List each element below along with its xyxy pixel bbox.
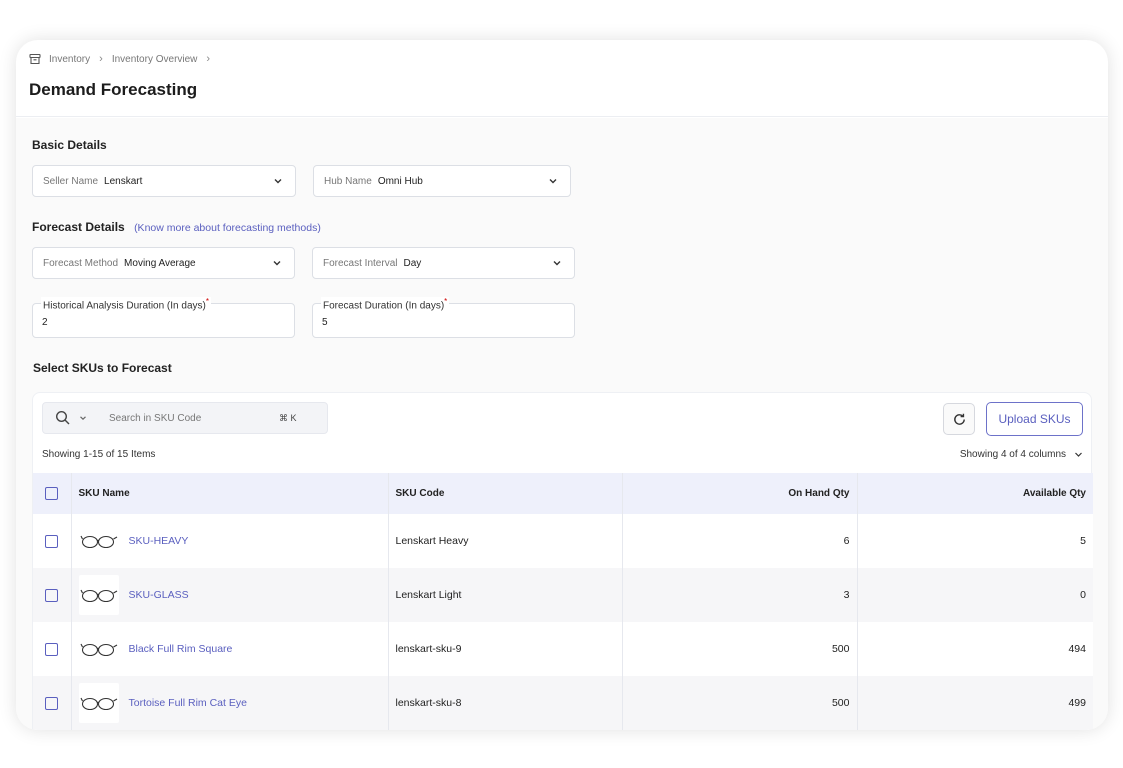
available-qty-cell: 0 bbox=[1080, 589, 1086, 601]
chevron-down-icon bbox=[549, 179, 557, 184]
refresh-button[interactable] bbox=[943, 403, 975, 435]
sku-name-cell: Tortoise Full Rim Cat Eye bbox=[71, 676, 389, 730]
select-all-checkbox[interactable] bbox=[45, 487, 59, 500]
row-checkbox[interactable] bbox=[45, 534, 59, 548]
available-qty-cell: 499 bbox=[1068, 697, 1086, 709]
sku-name-cell: SKU-GLASS bbox=[71, 568, 389, 622]
forecast-duration-field: Forecast Duration (In days)* bbox=[312, 297, 575, 338]
columns-count: Showing 4 of 4 columns bbox=[959, 449, 1066, 460]
hub-name-select[interactable]: Hub Name Omni Hub bbox=[313, 165, 571, 197]
breadcrumb-separator-icon: › bbox=[206, 53, 211, 65]
keyboard-shortcut: ⌘ K bbox=[279, 412, 297, 423]
inventory-box-icon bbox=[29, 53, 41, 65]
forecasting-methods-link[interactable]: (Know more about forecasting methods) bbox=[134, 222, 321, 234]
table-row: SKU-HEAVY Lenskart Heavy 6 5 bbox=[33, 514, 1093, 568]
forecast-interval-label: Forecast Interval bbox=[323, 257, 398, 269]
historical-duration-label: Historical Analysis Duration (In days)* bbox=[41, 297, 211, 312]
hub-name-value: Omni Hub bbox=[377, 175, 423, 187]
select-skus-title: Select SKUs to Forecast bbox=[33, 361, 172, 375]
sku-name-link[interactable]: Black Full Rim Square bbox=[129, 643, 233, 655]
sku-code-cell: Lenskart Heavy bbox=[388, 514, 623, 568]
breadcrumb-inventory-overview[interactable]: Inventory Overview bbox=[112, 54, 198, 65]
eyeglasses-icon bbox=[78, 629, 119, 669]
required-marker: * bbox=[444, 297, 448, 306]
table-row: SKU-GLASS Lenskart Light 3 0 bbox=[33, 568, 1093, 622]
items-count: Showing 1-15 of 15 Items bbox=[42, 449, 156, 460]
sku-code-cell: Lenskart Light bbox=[388, 568, 623, 622]
available-qty-cell: 494 bbox=[1068, 643, 1086, 655]
on-hand-qty-cell: 6 bbox=[622, 514, 858, 568]
row-checkbox-cell bbox=[33, 568, 72, 622]
page-header: Inventory › Inventory Overview › Demand … bbox=[16, 40, 1108, 117]
col-sku-name[interactable]: SKU Name bbox=[71, 473, 389, 514]
row-checkbox-cell bbox=[33, 676, 72, 730]
seller-name-select[interactable]: Seller Name Lenskart bbox=[32, 165, 296, 197]
search-input[interactable] bbox=[109, 412, 269, 424]
col-available-qty[interactable]: Available Qty bbox=[857, 473, 1093, 514]
table-row: Black Full Rim Square lenskart-sku-9 500… bbox=[33, 622, 1093, 676]
table-header-row: SKU Name SKU Code On Hand Qty Available … bbox=[33, 473, 1093, 514]
sku-table-panel: ⌘ K Upload SKUs Showing 1-15 of 15 Items… bbox=[32, 392, 1093, 730]
seller-name-value: Lenskart bbox=[104, 175, 143, 187]
sku-name-link[interactable]: SKU-GLASS bbox=[129, 589, 189, 601]
forecast-method-select[interactable]: Forecast Method Moving Average bbox=[32, 247, 295, 279]
eyeglasses-icon bbox=[78, 521, 119, 561]
forecast-duration-input[interactable] bbox=[322, 317, 522, 328]
col-on-hand-qty[interactable]: On Hand Qty bbox=[622, 473, 858, 514]
breadcrumb-separator-icon: › bbox=[99, 53, 103, 65]
seller-name-label: Seller Name bbox=[43, 175, 99, 187]
historical-duration-label-text: Historical Analysis Duration (In days) bbox=[43, 300, 206, 312]
chevron-down-icon bbox=[1075, 452, 1082, 457]
historical-duration-input[interactable] bbox=[42, 317, 242, 328]
breadcrumb-inventory[interactable]: Inventory bbox=[49, 54, 90, 65]
sku-name-cell: Black Full Rim Square bbox=[71, 622, 389, 676]
forecast-method-label: Forecast Method bbox=[43, 257, 119, 269]
required-marker: * bbox=[205, 297, 209, 306]
chevron-down-icon bbox=[274, 179, 282, 184]
sku-search-box[interactable]: ⌘ K bbox=[42, 402, 328, 434]
on-hand-qty-cell: 500 bbox=[622, 676, 858, 730]
col-sku-code[interactable]: SKU Code bbox=[388, 473, 623, 514]
refresh-icon bbox=[953, 413, 965, 425]
historical-duration-field: Historical Analysis Duration (In days)* bbox=[32, 297, 295, 338]
demand-forecasting-card: Inventory › Inventory Overview › Demand … bbox=[16, 40, 1108, 730]
row-checkbox[interactable] bbox=[45, 588, 59, 602]
forecast-interval-select[interactable]: Forecast Interval Day bbox=[312, 247, 575, 279]
chevron-down-icon bbox=[553, 261, 561, 266]
breadcrumb: Inventory › Inventory Overview › bbox=[29, 53, 219, 65]
sku-name-link[interactable]: Tortoise Full Rim Cat Eye bbox=[129, 697, 247, 709]
sku-code-cell: lenskart-sku-8 bbox=[388, 676, 623, 730]
chevron-down-icon[interactable] bbox=[79, 414, 87, 422]
forecast-duration-label: Forecast Duration (In days)* bbox=[321, 297, 450, 312]
row-checkbox-cell bbox=[33, 514, 72, 568]
eyeglasses-icon bbox=[78, 683, 119, 723]
select-all-cell bbox=[33, 473, 72, 514]
available-qty-cell: 5 bbox=[1080, 535, 1086, 547]
columns-toggle[interactable]: Showing 4 of 4 columns bbox=[960, 449, 1083, 460]
forecast-method-value: Moving Average bbox=[124, 257, 196, 269]
basic-details-title: Basic Details bbox=[32, 138, 107, 152]
row-checkbox-cell bbox=[33, 622, 72, 676]
sku-name-cell: SKU-HEAVY bbox=[71, 514, 389, 568]
sku-code-cell: lenskart-sku-9 bbox=[388, 622, 623, 676]
sku-name-link[interactable]: SKU-HEAVY bbox=[129, 535, 189, 547]
on-hand-qty-cell: 3 bbox=[622, 568, 858, 622]
page-title: Demand Forecasting bbox=[29, 80, 198, 99]
chevron-down-icon bbox=[273, 261, 281, 266]
sku-table: SKU Name SKU Code On Hand Qty Available … bbox=[33, 473, 1093, 730]
search-icon[interactable] bbox=[55, 410, 71, 426]
forecast-details-title: Forecast Details (Know more about foreca… bbox=[32, 220, 321, 234]
upload-skus-button[interactable]: Upload SKUs bbox=[986, 402, 1083, 436]
table-row: Tortoise Full Rim Cat Eye lenskart-sku-8… bbox=[33, 676, 1093, 730]
forecast-duration-label-text: Forecast Duration (In days) bbox=[323, 300, 445, 312]
on-hand-qty-cell: 500 bbox=[622, 622, 858, 676]
forecast-interval-value: Day bbox=[403, 257, 422, 269]
hub-name-label: Hub Name bbox=[324, 175, 372, 187]
forecast-details-heading: Forecast Details bbox=[32, 220, 125, 234]
eyeglasses-icon bbox=[78, 575, 119, 615]
row-checkbox[interactable] bbox=[45, 696, 59, 710]
form-body: Basic Details Seller Name Lenskart Hub N… bbox=[16, 118, 1108, 730]
row-checkbox[interactable] bbox=[45, 642, 59, 656]
